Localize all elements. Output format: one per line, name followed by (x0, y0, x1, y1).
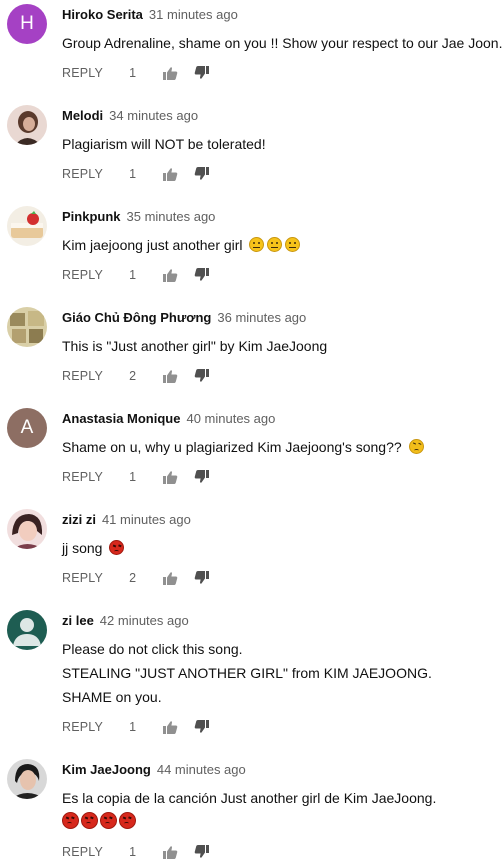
thumbs-up-icon[interactable] (163, 66, 178, 80)
comment-author[interactable]: Hiroko Serita (62, 7, 143, 22)
like-count: 1 (129, 470, 137, 484)
avatar-letter: H (20, 13, 34, 34)
comment-time[interactable]: 42 minutes ago (100, 613, 189, 628)
pouting-face-emoji (81, 812, 98, 829)
like-count: 1 (129, 268, 137, 282)
comment-author[interactable]: zi lee (62, 613, 94, 628)
reply-button[interactable]: REPLY (62, 167, 103, 181)
comment-time[interactable]: 31 minutes ago (149, 7, 238, 22)
neutral-face-emoji (249, 237, 265, 252)
thumbs-down-icon[interactable] (194, 369, 210, 383)
comment-line-text: jj song (62, 540, 103, 556)
comment-time[interactable]: 44 minutes ago (157, 762, 246, 777)
comment-line: STEALING "JUST ANOTHER GIRL" from KIM JA… (62, 665, 432, 681)
comment-text: Shame on u, why u plagiarized Kim Jaejoo… (62, 435, 424, 459)
thumbs-down-icon[interactable] (194, 268, 210, 282)
avatar[interactable] (7, 759, 47, 799)
thumbs-up-icon[interactable] (163, 720, 178, 734)
thumbs-up-icon[interactable] (163, 571, 178, 585)
neutral-face-emoji (267, 237, 283, 252)
comment-line: Please do not click this song. (62, 641, 243, 657)
comment-line: Shame on u, why u plagiarized Kim Jaejoo… (62, 435, 424, 459)
thumbs-down-icon[interactable] (194, 470, 210, 484)
comment-time[interactable]: 36 minutes ago (217, 310, 306, 325)
thumbs-down-icon[interactable] (194, 845, 210, 859)
pouting-face-emoji (100, 812, 117, 829)
comment-author[interactable]: Anastasia Monique (62, 411, 180, 426)
avatar[interactable]: H (7, 4, 47, 44)
comment-line: Es la copia de la canción Just another g… (62, 790, 437, 806)
avatar-letter: A (20, 417, 34, 438)
comment-line-text: Shame on u, why u plagiarized Kim Jaejoo… (62, 439, 402, 455)
reply-button[interactable]: REPLY (62, 571, 103, 585)
comment: Pinkpunk 35 minutes ago Kim jaejoong just… (0, 202, 502, 302)
comment-time[interactable]: 35 minutes ago (127, 209, 216, 224)
avatar[interactable] (7, 509, 47, 549)
reply-button[interactable]: REPLY (62, 268, 103, 282)
comment-line: Kim jaejoong just another girl (62, 233, 301, 257)
comment-author[interactable]: Pinkpunk (62, 209, 121, 224)
avatar[interactable] (7, 105, 47, 145)
reply-button[interactable]: REPLY (62, 720, 103, 734)
comment-emoji-line (62, 810, 436, 834)
comment-text: jj song (62, 536, 125, 560)
angry-face-emoji (408, 439, 424, 454)
comment-line: jj song (62, 536, 125, 560)
comment-text: Group Adrenaline, shame on you !! Show y… (62, 31, 502, 55)
comment: zi lee 42 minutes ago Please do not click… (0, 606, 502, 754)
comment: A Anastasia Monique 40 minutes ago Shame … (0, 404, 502, 504)
comment-time[interactable]: 34 minutes ago (109, 108, 198, 123)
avatar[interactable] (7, 206, 47, 246)
reply-button[interactable]: REPLY (62, 470, 103, 484)
like-count: 1 (129, 720, 137, 734)
thumbs-up-icon[interactable] (163, 369, 178, 383)
reply-button[interactable]: REPLY (62, 845, 103, 859)
comment-text: Please do not click this song. STEALING … (62, 637, 432, 709)
comment-text: Plagiarism will NOT be tolerated! (62, 132, 266, 156)
neutral-face-emoji (285, 237, 301, 252)
comment: zizi zi 41 minutes ago jj song REPLY 2 (0, 505, 502, 605)
reply-button[interactable]: REPLY (62, 369, 103, 383)
comment-author[interactable]: zizi zi (62, 512, 96, 527)
like-count: 2 (129, 571, 137, 585)
comment-time[interactable]: 41 minutes ago (102, 512, 191, 527)
pouting-face-emoji (119, 812, 136, 829)
comment-line: SHAME on you. (62, 689, 162, 705)
comment-author[interactable]: Kim JaeJoong (62, 762, 151, 777)
comment: H Hiroko Serita 31 minutes ago Group Adre… (0, 0, 502, 100)
thumbs-down-icon[interactable] (194, 66, 210, 80)
comment-text: Kim jaejoong just another girl (62, 233, 301, 257)
comment-text: Es la copia de la canción Just another g… (62, 786, 436, 834)
pouting-face-emoji (109, 540, 125, 555)
thumbs-up-icon[interactable] (163, 845, 178, 859)
reply-button[interactable]: REPLY (62, 66, 103, 80)
comment-line: Plagiarism will NOT be tolerated! (62, 136, 266, 152)
like-count: 1 (129, 66, 137, 80)
pouting-face-emoji (62, 812, 79, 829)
thumbs-up-icon[interactable] (163, 268, 178, 282)
comment: Giáo Chủ Đông Phương 36 minutes ago This … (0, 303, 502, 403)
like-count: 1 (129, 845, 137, 859)
thumbs-down-icon[interactable] (194, 571, 210, 585)
comment-author[interactable]: Giáo Chủ Đông Phương (62, 310, 211, 325)
comment-author[interactable]: Melodi (62, 108, 103, 123)
thumbs-up-icon[interactable] (163, 470, 178, 484)
comment-line-text: Kim jaejoong just another girl (62, 237, 243, 253)
comment: Kim JaeJoong 44 minutes ago Es la copia d… (0, 755, 502, 863)
thumbs-down-icon[interactable] (194, 167, 210, 181)
thumbs-up-icon[interactable] (163, 167, 178, 181)
comment-line: Group Adrenaline, shame on you !! Show y… (62, 35, 502, 51)
avatar[interactable] (7, 610, 47, 650)
comment: Melodi 34 minutes ago Plagiarism will NOT… (0, 101, 502, 201)
comment-time[interactable]: 40 minutes ago (186, 411, 275, 426)
like-count: 1 (129, 167, 137, 181)
comment-text: This is "Just another girl" by Kim JaeJo… (62, 334, 327, 358)
avatar[interactable] (7, 307, 47, 347)
thumbs-down-icon[interactable] (194, 720, 210, 734)
comment-line: This is "Just another girl" by Kim JaeJo… (62, 338, 328, 354)
like-count: 2 (129, 369, 137, 383)
avatar[interactable]: A (7, 408, 47, 448)
